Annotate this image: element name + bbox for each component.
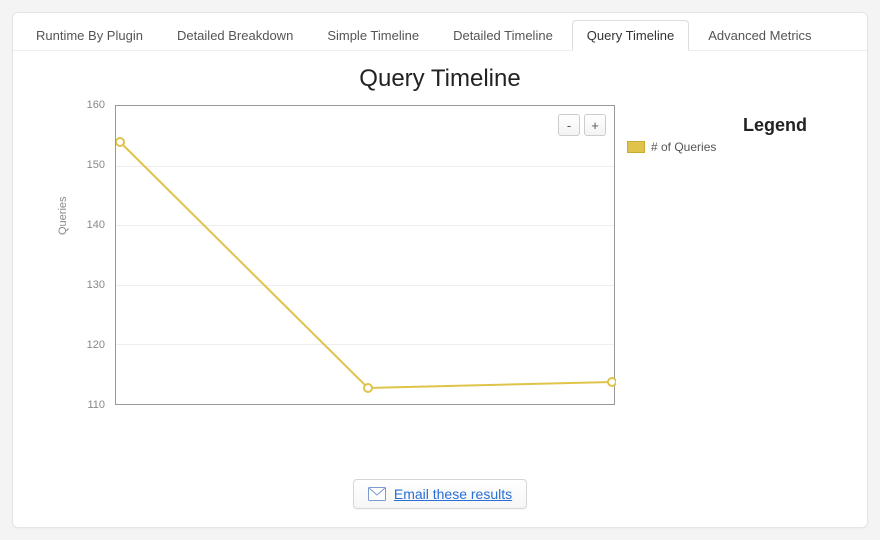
chart-title: Query Timeline	[13, 65, 867, 93]
tab-runtime-by-plugin[interactable]: Runtime By Plugin	[21, 20, 158, 51]
plot-area: - +	[115, 105, 615, 405]
panel: Runtime By Plugin Detailed Breakdown Sim…	[12, 12, 868, 528]
legend: Legend # of Queries	[627, 115, 827, 154]
y-ticks: 160 150 140 130 120 110	[67, 105, 111, 405]
zoom-in-button[interactable]: +	[584, 114, 606, 136]
legend-title: Legend	[627, 115, 827, 136]
zoom-controls: - +	[558, 114, 606, 136]
y-tick: 110	[87, 399, 105, 411]
legend-item-label: # of Queries	[651, 140, 716, 154]
email-results-button[interactable]: Email these results	[353, 479, 527, 509]
legend-item: # of Queries	[627, 140, 827, 154]
line-series	[116, 106, 616, 406]
tab-query-timeline[interactable]: Query Timeline	[572, 20, 689, 51]
y-tick: 140	[87, 219, 105, 231]
y-tick: 160	[87, 99, 105, 111]
tab-advanced-metrics[interactable]: Advanced Metrics	[693, 20, 826, 51]
email-row: Email these results	[13, 479, 867, 509]
tab-bar: Runtime By Plugin Detailed Breakdown Sim…	[13, 13, 867, 51]
zoom-out-button[interactable]: -	[558, 114, 580, 136]
tab-detailed-breakdown[interactable]: Detailed Breakdown	[162, 20, 308, 51]
tab-detailed-timeline[interactable]: Detailed Timeline	[438, 20, 568, 51]
y-tick: 120	[87, 339, 105, 351]
envelope-icon	[368, 487, 386, 501]
legend-swatch	[627, 141, 645, 153]
y-tick: 150	[87, 159, 105, 171]
chart-area: Queries 160 150 140 130 120 110 - +	[67, 105, 837, 425]
tab-simple-timeline[interactable]: Simple Timeline	[312, 20, 434, 51]
email-results-link[interactable]: Email these results	[394, 486, 512, 502]
y-tick: 130	[87, 279, 105, 291]
